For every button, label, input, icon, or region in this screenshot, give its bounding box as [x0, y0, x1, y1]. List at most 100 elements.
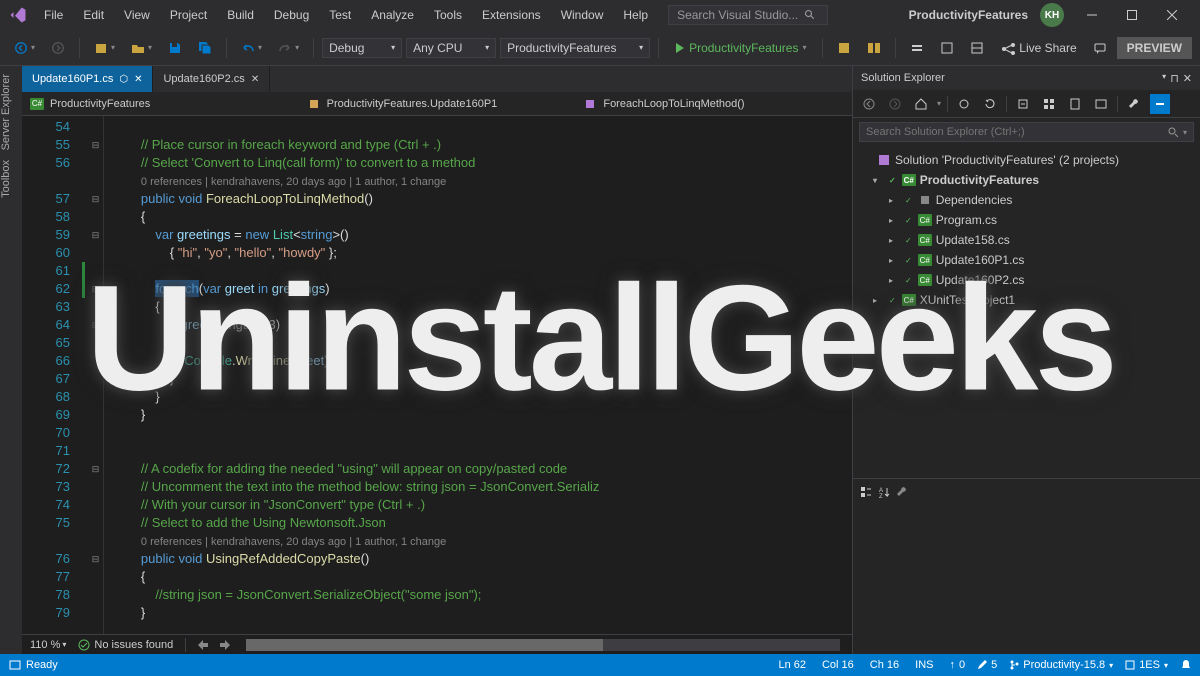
- collapse-icon[interactable]: [1013, 94, 1033, 114]
- wrench-icon[interactable]: [1124, 94, 1144, 114]
- minimize-button[interactable]: [1072, 0, 1112, 30]
- status-lang[interactable]: 1ES▾: [1125, 659, 1168, 671]
- start-debug-button[interactable]: ProductivityFeatures▾: [667, 37, 814, 59]
- categorize-icon[interactable]: [859, 485, 873, 499]
- back-nav-icon[interactable]: [859, 94, 879, 114]
- forward-button[interactable]: [45, 37, 71, 59]
- undo-button[interactable]: ▾: [235, 37, 268, 59]
- csharp-file-icon: C#: [918, 274, 932, 286]
- search-box[interactable]: Search Visual Studio...: [668, 5, 828, 25]
- toolbar-icon-1[interactable]: [831, 37, 857, 59]
- save-button[interactable]: [162, 37, 188, 59]
- sync-icon[interactable]: [954, 94, 974, 114]
- startup-project-dropdown[interactable]: ProductivityFeatures▾: [500, 38, 650, 58]
- maximize-button[interactable]: [1112, 0, 1152, 30]
- code-editor[interactable]: 5455565758596061626364656667686970717273…: [22, 116, 852, 634]
- nav-scope-dropdown[interactable]: C#ProductivityFeatures: [22, 96, 299, 112]
- toolbar-icon-5[interactable]: [964, 37, 990, 59]
- main-menu: FileEditViewProjectBuildDebugTestAnalyze…: [36, 4, 656, 26]
- toolbar-icon-4[interactable]: [934, 37, 960, 59]
- status-changes[interactable]: 5: [977, 659, 997, 671]
- close-tab-icon[interactable]: ✕: [134, 74, 142, 85]
- status-ins[interactable]: INS: [915, 659, 933, 671]
- user-avatar[interactable]: KH: [1040, 3, 1064, 27]
- preview-icon[interactable]: [1091, 94, 1111, 114]
- code-body[interactable]: // Place cursor in foreach keyword and t…: [104, 116, 852, 634]
- tree-node[interactable]: ▸✓C#Program.cs: [853, 210, 1200, 230]
- menu-view[interactable]: View: [116, 4, 158, 26]
- issues-indicator[interactable]: No issues found: [78, 639, 173, 651]
- home-icon[interactable]: [911, 94, 931, 114]
- properties-icon[interactable]: [1065, 94, 1085, 114]
- menu-extensions[interactable]: Extensions: [474, 4, 549, 26]
- side-tab-toolbox[interactable]: Toolbox: [0, 160, 22, 198]
- status-line[interactable]: Ln 62: [778, 659, 806, 671]
- save-all-button[interactable]: [192, 37, 218, 59]
- tree-node[interactable]: ▸✓Dependencies: [853, 190, 1200, 210]
- status-push[interactable]: ↑0: [949, 659, 965, 671]
- tree-node[interactable]: ▸✓C#XUnitTestProject1: [853, 290, 1200, 310]
- menu-window[interactable]: Window: [553, 4, 612, 26]
- close-pane-icon[interactable]: ✕: [1183, 72, 1192, 85]
- show-all-icon[interactable]: [1039, 94, 1059, 114]
- status-branch[interactable]: Productivity-15.8▾: [1009, 659, 1113, 671]
- menu-test[interactable]: Test: [321, 4, 359, 26]
- status-ch[interactable]: Ch 16: [870, 659, 899, 671]
- editor-tab[interactable]: Update160P2.cs✕: [153, 66, 270, 92]
- vs-logo-icon: [8, 5, 28, 25]
- menu-analyze[interactable]: Analyze: [363, 4, 422, 26]
- next-issue-icon[interactable]: [220, 640, 230, 650]
- menu-tools[interactable]: Tools: [426, 4, 470, 26]
- nav-type-dropdown[interactable]: ProductivityFeatures.Update160P1: [299, 95, 576, 113]
- tree-node[interactable]: ▸✓C#Update158.cs: [853, 230, 1200, 250]
- status-notifications[interactable]: [1180, 659, 1192, 671]
- close-tab-icon[interactable]: ✕: [251, 74, 259, 85]
- ready-icon: [8, 658, 22, 672]
- tree-node[interactable]: ▸✓C#Update160P1.cs: [853, 250, 1200, 270]
- status-ready: Ready: [8, 658, 58, 672]
- config-dropdown[interactable]: Debug▾: [322, 38, 402, 58]
- status-col[interactable]: Col 16: [822, 659, 854, 671]
- menu-file[interactable]: File: [36, 4, 71, 26]
- pin-icon[interactable]: ⊓: [1170, 72, 1179, 85]
- fwd-nav-icon[interactable]: [885, 94, 905, 114]
- menu-help[interactable]: Help: [615, 4, 656, 26]
- solution-explorer-toolbar: ▾: [853, 90, 1200, 118]
- toolbar-icon-3[interactable]: [904, 37, 930, 59]
- sort-icon[interactable]: AZ: [877, 485, 891, 499]
- dropdown-icon[interactable]: ▾: [1162, 72, 1166, 85]
- branch-icon: [1009, 660, 1019, 670]
- solution-search[interactable]: ▾: [859, 122, 1194, 142]
- pin-icon[interactable]: ⬡: [119, 74, 128, 85]
- search-icon: [804, 9, 816, 21]
- solution-explorer: Solution Explorer ▾ ⊓ ✕ ▾: [852, 66, 1200, 654]
- close-button[interactable]: [1152, 0, 1192, 30]
- menu-project[interactable]: Project: [162, 4, 215, 26]
- new-project-button[interactable]: ▾: [88, 37, 121, 59]
- view-toggle-icon[interactable]: [1150, 94, 1170, 114]
- tree-node[interactable]: ▸✓C#Update160P2.cs: [853, 270, 1200, 290]
- menu-build[interactable]: Build: [219, 4, 262, 26]
- feedback-button[interactable]: [1087, 37, 1113, 59]
- line-number-gutter: 5455565758596061626364656667686970717273…: [22, 116, 82, 634]
- toolbar-icon-2[interactable]: [861, 37, 887, 59]
- horizontal-scrollbar[interactable]: [246, 639, 840, 651]
- back-button[interactable]: ▾: [8, 37, 41, 59]
- side-tab-server-explorer[interactable]: Server Explorer: [0, 74, 22, 150]
- prev-issue-icon[interactable]: [198, 640, 208, 650]
- open-button[interactable]: ▾: [125, 37, 158, 59]
- platform-dropdown[interactable]: Any CPU▾: [406, 38, 496, 58]
- editor-tab[interactable]: Update160P1.cs⬡✕: [22, 66, 153, 92]
- live-share-button[interactable]: Live Share: [996, 37, 1082, 59]
- menu-edit[interactable]: Edit: [75, 4, 112, 26]
- tree-node[interactable]: ▾✓C#ProductivityFeatures: [853, 170, 1200, 190]
- menu-debug[interactable]: Debug: [266, 4, 317, 26]
- refresh-icon[interactable]: [980, 94, 1000, 114]
- redo-button[interactable]: ▾: [272, 37, 305, 59]
- csharp-project-icon: C#: [902, 174, 916, 186]
- solution-root[interactable]: Solution 'ProductivityFeatures' (2 proje…: [853, 150, 1200, 170]
- nav-member-dropdown[interactable]: ForeachLoopToLinqMethod(): [575, 95, 852, 113]
- zoom-level[interactable]: 110 %▾: [30, 639, 66, 651]
- prop-wrench-icon[interactable]: [895, 485, 909, 499]
- editor-area: Update160P1.cs⬡✕Update160P2.cs✕ C#Produc…: [22, 66, 852, 654]
